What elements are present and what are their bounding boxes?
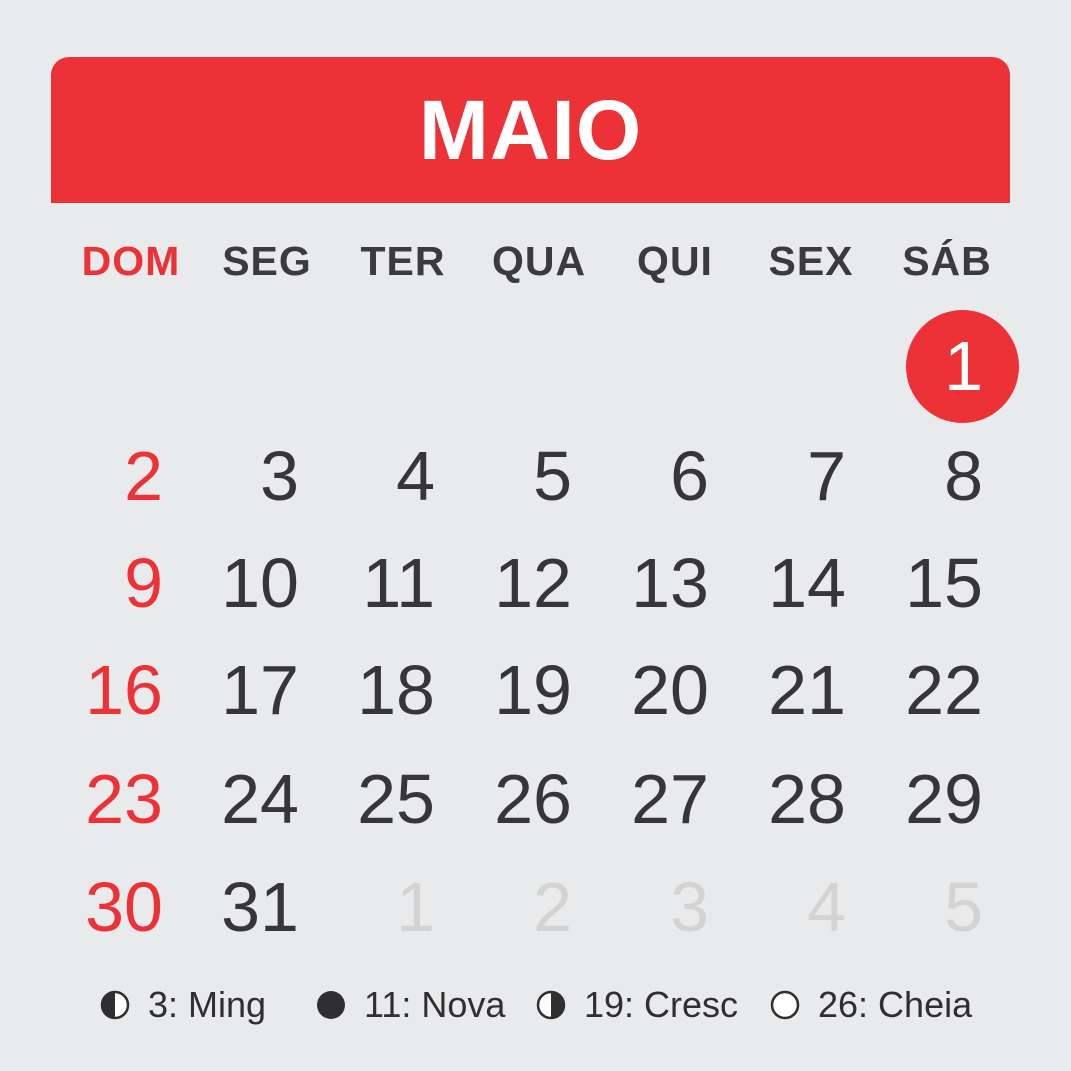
next-month-day-cell: 3 bbox=[670, 868, 709, 946]
day-cell[interactable]: 3 bbox=[169, 436, 299, 516]
day-cell[interactable]: 13 bbox=[579, 543, 709, 623]
day-grid: 1 2 3 4 5 6 7 8 9 10 11 12 13 14 15 16 1… bbox=[0, 0, 1071, 1071]
day-cell[interactable]: 7 bbox=[716, 436, 846, 516]
day-cell[interactable]: 25 bbox=[305, 759, 435, 839]
waning-moon-icon bbox=[100, 990, 130, 1020]
moon-phase-label: 26: Cheia bbox=[818, 984, 973, 1025]
next-month-day-cell: 4 bbox=[807, 868, 846, 946]
moon-phase-label: 3: Ming bbox=[148, 984, 267, 1025]
day-cell[interactable]: 26 bbox=[442, 759, 572, 839]
waxing-moon-icon bbox=[536, 990, 566, 1020]
full-moon-icon bbox=[770, 990, 800, 1020]
next-month-day-cell: 2 bbox=[533, 868, 572, 946]
day-cell[interactable]: 31 bbox=[169, 867, 299, 947]
day-cell[interactable]: 17 bbox=[169, 650, 299, 730]
moon-phase-legend: 3: Ming 11: Nova 19: Cresc 26: Cheia bbox=[0, 984, 1071, 1028]
day-cell[interactable]: 14 bbox=[716, 543, 846, 623]
day-cell[interactable]: 18 bbox=[305, 650, 435, 730]
day-cell[interactable]: 30 bbox=[33, 867, 163, 947]
new-moon-icon bbox=[317, 991, 345, 1019]
day-cell[interactable]: 28 bbox=[716, 759, 846, 839]
day-cell[interactable]: 20 bbox=[579, 650, 709, 730]
day-cell[interactable]: 19 bbox=[442, 650, 572, 730]
day-cell[interactable]: 12 bbox=[442, 543, 572, 623]
day-cell[interactable]: 1 bbox=[853, 326, 983, 406]
moon-phase-label: 11: Nova bbox=[364, 984, 506, 1025]
moon-phase-label: 19: Cresc bbox=[584, 984, 739, 1025]
moon-phase-waxing: 19: Cresc bbox=[536, 984, 738, 1026]
next-month-day-cell: 5 bbox=[944, 868, 983, 946]
day-cell[interactable]: 2 bbox=[33, 436, 163, 516]
day-cell[interactable]: 4 bbox=[305, 436, 435, 516]
day-cell[interactable]: 24 bbox=[169, 759, 299, 839]
moon-phase-new: 11: Nova bbox=[316, 984, 505, 1026]
day-cell[interactable]: 8 bbox=[853, 436, 983, 516]
day-cell[interactable]: 29 bbox=[853, 759, 983, 839]
moon-phase-full: 26: Cheia bbox=[770, 984, 972, 1026]
day-cell[interactable]: 6 bbox=[579, 436, 709, 516]
day-cell[interactable]: 15 bbox=[853, 543, 983, 623]
moon-phase-waning: 3: Ming bbox=[100, 984, 266, 1026]
day-cell[interactable]: 16 bbox=[33, 650, 163, 730]
day-cell[interactable]: 11 bbox=[305, 543, 435, 623]
day-cell[interactable]: 5 bbox=[442, 436, 572, 516]
next-month-day-cell: 1 bbox=[396, 868, 435, 946]
day-cell[interactable]: 10 bbox=[169, 543, 299, 623]
day-cell[interactable]: 21 bbox=[716, 650, 846, 730]
day-cell[interactable]: 9 bbox=[33, 543, 163, 623]
day-cell[interactable]: 23 bbox=[33, 759, 163, 839]
day-cell[interactable]: 27 bbox=[579, 759, 709, 839]
day-cell[interactable]: 22 bbox=[853, 650, 983, 730]
